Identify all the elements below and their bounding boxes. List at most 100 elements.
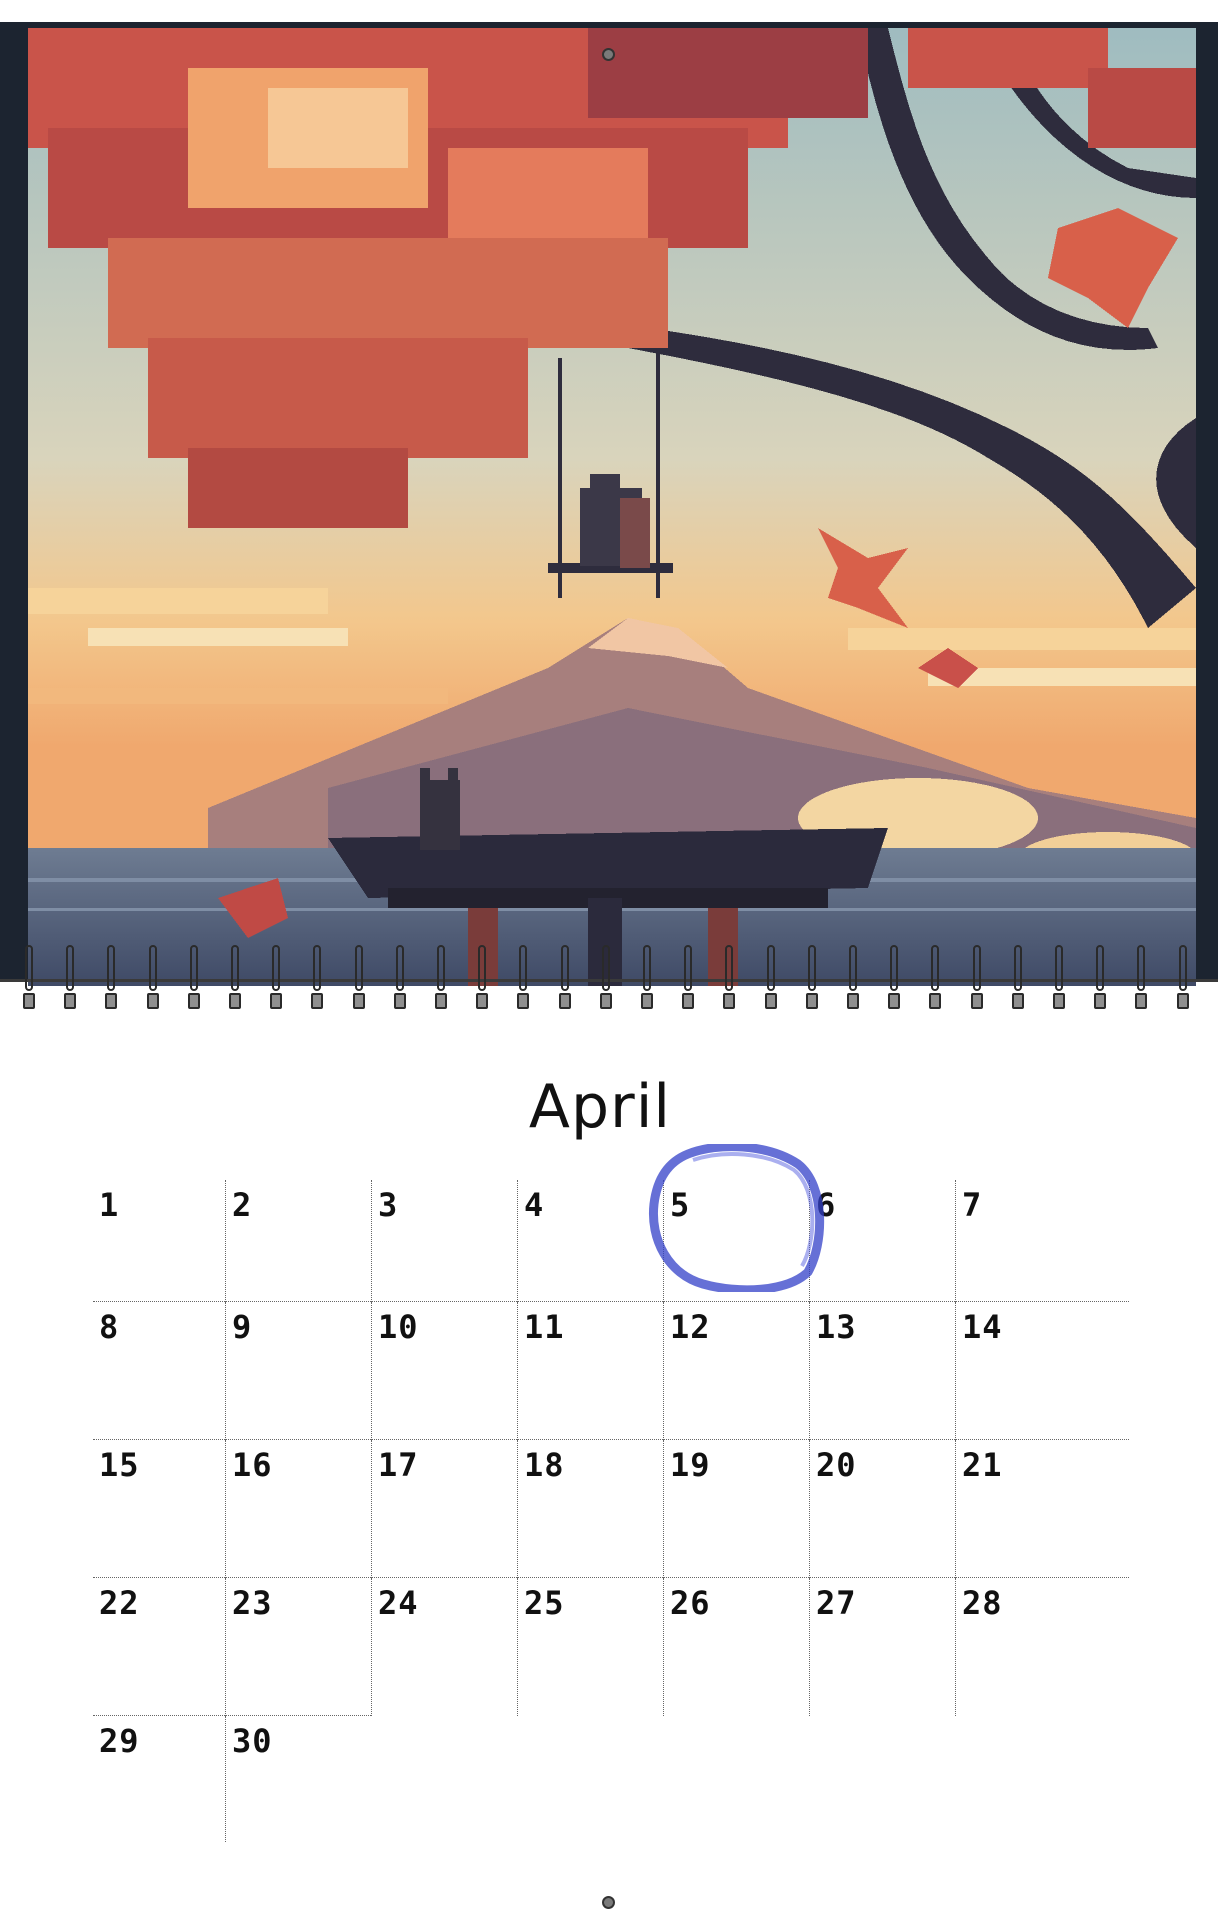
day-number: 13 bbox=[816, 1308, 857, 1346]
day-cell[interactable]: 2 bbox=[225, 1180, 371, 1302]
ring-foot bbox=[641, 993, 653, 1009]
day-cell[interactable]: 10 bbox=[371, 1302, 517, 1440]
ring-loop bbox=[849, 945, 857, 991]
ring-foot bbox=[270, 993, 283, 1009]
binding-ring bbox=[1176, 945, 1190, 1011]
day-cell[interactable]: 3 bbox=[371, 1180, 517, 1302]
binding-ring bbox=[681, 945, 695, 1011]
binding-ring bbox=[352, 945, 366, 1011]
day-number: 29 bbox=[99, 1722, 140, 1760]
ring-foot bbox=[1053, 993, 1065, 1009]
day-cell[interactable]: 29 bbox=[93, 1716, 225, 1842]
ring-loop bbox=[931, 945, 940, 991]
hanging-hole-top bbox=[602, 48, 615, 61]
day-cell[interactable]: 28 bbox=[955, 1578, 1129, 1716]
ring-foot bbox=[352, 993, 365, 1009]
day-cell[interactable]: 12 bbox=[663, 1302, 809, 1440]
ring-foot bbox=[187, 993, 200, 1009]
calendar-grid: 1 2 3 4 5 6 7 8 9 10 11 12 13 14 15 16 17 18 19 20 21 22 23 24 2… bbox=[93, 1180, 1129, 1842]
day-number: 9 bbox=[232, 1308, 253, 1346]
day-number: 11 bbox=[524, 1308, 565, 1346]
day-cell[interactable]: 17 bbox=[371, 1440, 517, 1578]
ring-foot bbox=[1176, 993, 1189, 1009]
ring-loop bbox=[1096, 945, 1105, 991]
day-cell[interactable]: 26 bbox=[663, 1578, 809, 1716]
day-number: 16 bbox=[232, 1446, 273, 1484]
ring-loop bbox=[148, 945, 157, 991]
day-cell[interactable]: 30 bbox=[225, 1716, 371, 1842]
day-cell[interactable]: 22 bbox=[93, 1578, 225, 1716]
day-cell[interactable]: 19 bbox=[663, 1440, 809, 1578]
day-cell[interactable]: 25 bbox=[517, 1578, 663, 1716]
day-cell[interactable]: 24 bbox=[371, 1578, 517, 1716]
day-cell[interactable]: 13 bbox=[809, 1302, 955, 1440]
ring-foot bbox=[970, 993, 983, 1009]
ring-foot bbox=[723, 993, 736, 1009]
ring-foot bbox=[146, 993, 159, 1009]
day-number: 14 bbox=[962, 1308, 1003, 1346]
day-cell[interactable]: 6 bbox=[809, 1180, 955, 1302]
day-cell[interactable]: 8 bbox=[93, 1302, 225, 1440]
binding-ring bbox=[846, 945, 860, 1011]
ring-foot bbox=[23, 993, 35, 1009]
ring-loop bbox=[478, 945, 487, 991]
day-number: 20 bbox=[816, 1446, 857, 1484]
day-cell[interactable]: 14 bbox=[955, 1302, 1129, 1440]
binding-ring bbox=[1052, 945, 1066, 1011]
day-number: 26 bbox=[670, 1584, 711, 1622]
ring-foot bbox=[599, 993, 612, 1009]
ring-loop bbox=[66, 945, 75, 991]
ring-loop bbox=[231, 945, 239, 991]
day-cell[interactable]: 11 bbox=[517, 1302, 663, 1440]
ring-foot bbox=[1135, 993, 1148, 1009]
day-number: 19 bbox=[670, 1446, 711, 1484]
day-cell[interactable]: 21 bbox=[955, 1440, 1129, 1578]
ring-loop bbox=[972, 945, 981, 991]
ring-loop bbox=[395, 945, 404, 991]
ring-loop bbox=[1178, 945, 1187, 991]
ring-foot bbox=[805, 993, 818, 1009]
binding-ring bbox=[1093, 945, 1107, 1011]
day-cell[interactable]: 18 bbox=[517, 1440, 663, 1578]
day-cell[interactable]: 5 bbox=[663, 1180, 809, 1302]
binding-ring bbox=[928, 945, 942, 1011]
day-cell[interactable]: 20 bbox=[809, 1440, 955, 1578]
ring-loop bbox=[25, 945, 33, 991]
ring-loop bbox=[890, 945, 899, 991]
day-cell[interactable]: 27 bbox=[809, 1578, 955, 1716]
binding-ring bbox=[146, 945, 160, 1011]
ring-loop bbox=[272, 945, 281, 991]
day-cell[interactable]: 16 bbox=[225, 1440, 371, 1578]
day-cell[interactable]: 4 bbox=[517, 1180, 663, 1302]
binding-ring bbox=[516, 945, 530, 1011]
ring-loop bbox=[725, 945, 734, 991]
ring-loop bbox=[1137, 945, 1146, 991]
day-cell[interactable]: 15 bbox=[93, 1440, 225, 1578]
ring-loop bbox=[107, 945, 116, 991]
day-cell[interactable]: 1 bbox=[93, 1180, 225, 1302]
calendar-page: April 1 2 3 4 5 6 7 8 9 10 11 12 13 14 15 16 17 18 19 20 21 2… bbox=[0, 0, 1218, 1927]
ring-loop bbox=[313, 945, 322, 991]
ring-foot bbox=[847, 993, 859, 1009]
binding-ring bbox=[599, 945, 613, 1011]
day-cell[interactable]: 23 bbox=[225, 1578, 371, 1716]
day-number: 4 bbox=[524, 1186, 545, 1224]
hanging-hole-bottom bbox=[602, 1896, 615, 1909]
binding-ring bbox=[269, 945, 283, 1011]
ring-loop bbox=[766, 945, 775, 991]
binding-ring bbox=[310, 945, 324, 1011]
day-number: 3 bbox=[378, 1186, 399, 1224]
day-number: 22 bbox=[99, 1584, 140, 1622]
day-number: 1 bbox=[99, 1186, 120, 1224]
ring-foot bbox=[393, 993, 406, 1009]
binding-ring bbox=[475, 945, 489, 1011]
day-cell[interactable]: 7 bbox=[955, 1180, 1129, 1302]
ring-loop bbox=[519, 945, 528, 991]
day-cell[interactable]: 9 bbox=[225, 1302, 371, 1440]
ring-loop bbox=[684, 945, 693, 991]
day-number: 21 bbox=[962, 1446, 1003, 1484]
day-number: 8 bbox=[99, 1308, 120, 1346]
day-number: 5 bbox=[670, 1186, 691, 1224]
ring-foot bbox=[1094, 993, 1107, 1009]
ring-foot bbox=[229, 993, 241, 1009]
